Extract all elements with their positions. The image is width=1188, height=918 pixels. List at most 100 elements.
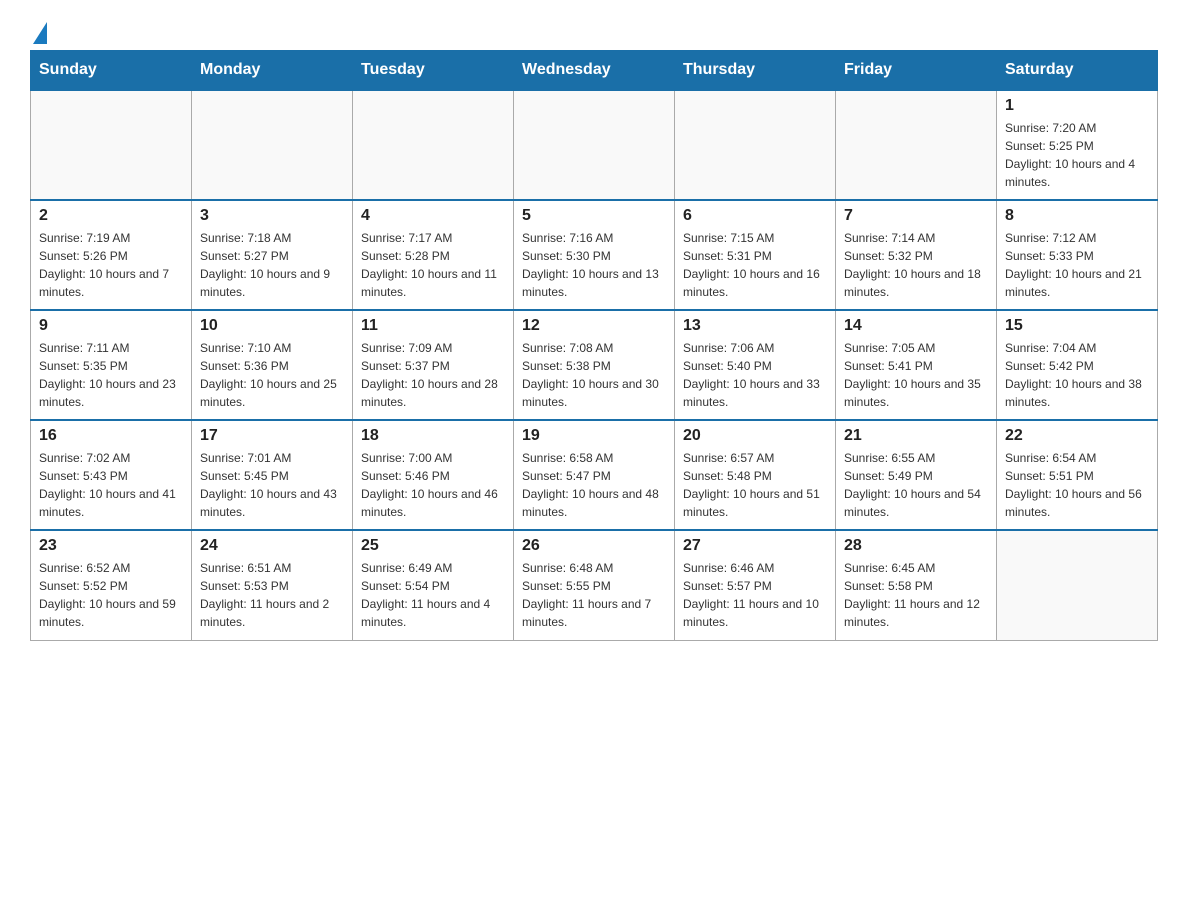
calendar-cell: 25 Sunrise: 6:49 AMSunset: 5:54 PMDayligh…: [353, 530, 514, 640]
calendar-cell: 13 Sunrise: 7:06 AMSunset: 5:40 PMDayligh…: [675, 310, 836, 420]
calendar-cell: 27 Sunrise: 6:46 AMSunset: 5:57 PMDayligh…: [675, 530, 836, 640]
day-info: Sunrise: 6:54 AMSunset: 5:51 PMDaylight:…: [1005, 449, 1149, 521]
day-info: Sunrise: 7:04 AMSunset: 5:42 PMDaylight:…: [1005, 339, 1149, 411]
calendar-header-wednesday: Wednesday: [514, 51, 675, 91]
calendar-week-row: 2 Sunrise: 7:19 AMSunset: 5:26 PMDaylight…: [31, 200, 1158, 310]
calendar-cell: [836, 90, 997, 200]
calendar-cell: 21Sunrise: 6:55 AMSunset: 5:49 PMDayligh…: [836, 420, 997, 530]
day-info: Sunrise: 7:16 AMSunset: 5:30 PMDaylight:…: [522, 229, 666, 301]
day-number: 17: [200, 427, 344, 445]
day-info: Sunrise: 7:06 AMSunset: 5:40 PMDaylight:…: [683, 339, 827, 411]
day-info: Sunrise: 7:20 AMSunset: 5:25 PMDaylight:…: [1005, 119, 1149, 191]
calendar-header-thursday: Thursday: [675, 51, 836, 91]
logo: [30, 20, 47, 40]
day-info: Sunrise: 6:51 AMSunset: 5:53 PMDaylight:…: [200, 559, 344, 631]
day-number: 5: [522, 207, 666, 225]
day-info: Sunrise: 7:08 AMSunset: 5:38 PMDaylight:…: [522, 339, 666, 411]
calendar-cell: 12 Sunrise: 7:08 AMSunset: 5:38 PMDayligh…: [514, 310, 675, 420]
calendar-cell: 14 Sunrise: 7:05 AMSunset: 5:41 PMDayligh…: [836, 310, 997, 420]
calendar-week-row: 16 Sunrise: 7:02 AMSunset: 5:43 PMDayligh…: [31, 420, 1158, 530]
day-info: Sunrise: 6:52 AMSunset: 5:52 PMDaylight:…: [39, 559, 183, 631]
day-info: Sunrise: 6:57 AMSunset: 5:48 PMDaylight:…: [683, 449, 827, 521]
calendar-cell: 1 Sunrise: 7:20 AMSunset: 5:25 PMDaylight…: [997, 90, 1158, 200]
calendar-header-tuesday: Tuesday: [353, 51, 514, 91]
day-number: 1: [1005, 97, 1149, 115]
calendar-table: SundayMondayTuesdayWednesdayThursdayFrid…: [30, 50, 1158, 641]
day-number: 27: [683, 537, 827, 555]
calendar-cell: [514, 90, 675, 200]
day-number: 19: [522, 427, 666, 445]
calendar-cell: 19Sunrise: 6:58 AMSunset: 5:47 PMDayligh…: [514, 420, 675, 530]
calendar-cell: 11 Sunrise: 7:09 AMSunset: 5:37 PMDayligh…: [353, 310, 514, 420]
day-number: 7: [844, 207, 988, 225]
day-info: Sunrise: 7:09 AMSunset: 5:37 PMDaylight:…: [361, 339, 505, 411]
day-info: Sunrise: 6:49 AMSunset: 5:54 PMDaylight:…: [361, 559, 505, 631]
day-info: Sunrise: 7:12 AMSunset: 5:33 PMDaylight:…: [1005, 229, 1149, 301]
calendar-header-sunday: Sunday: [31, 51, 192, 91]
day-number: 13: [683, 317, 827, 335]
calendar-header-friday: Friday: [836, 51, 997, 91]
day-number: 9: [39, 317, 183, 335]
calendar-cell: 9 Sunrise: 7:11 AMSunset: 5:35 PMDaylight…: [31, 310, 192, 420]
day-info: Sunrise: 7:17 AMSunset: 5:28 PMDaylight:…: [361, 229, 505, 301]
day-number: 23: [39, 537, 183, 555]
day-info: Sunrise: 7:01 AMSunset: 5:45 PMDaylight:…: [200, 449, 344, 521]
day-number: 11: [361, 317, 505, 335]
calendar-cell: [31, 90, 192, 200]
day-info: Sunrise: 7:02 AMSunset: 5:43 PMDaylight:…: [39, 449, 183, 521]
calendar-cell: 8 Sunrise: 7:12 AMSunset: 5:33 PMDaylight…: [997, 200, 1158, 310]
day-number: 22: [1005, 427, 1149, 445]
day-info: Sunrise: 7:05 AMSunset: 5:41 PMDaylight:…: [844, 339, 988, 411]
day-info: Sunrise: 7:18 AMSunset: 5:27 PMDaylight:…: [200, 229, 344, 301]
day-info: Sunrise: 7:14 AMSunset: 5:32 PMDaylight:…: [844, 229, 988, 301]
day-number: 14: [844, 317, 988, 335]
day-number: 28: [844, 537, 988, 555]
day-info: Sunrise: 7:19 AMSunset: 5:26 PMDaylight:…: [39, 229, 183, 301]
calendar-cell: [353, 90, 514, 200]
calendar-cell: 23 Sunrise: 6:52 AMSunset: 5:52 PMDayligh…: [31, 530, 192, 640]
calendar-cell: 5 Sunrise: 7:16 AMSunset: 5:30 PMDaylight…: [514, 200, 675, 310]
calendar-cell: [675, 90, 836, 200]
day-number: 25: [361, 537, 505, 555]
day-number: 10: [200, 317, 344, 335]
calendar-cell: 15 Sunrise: 7:04 AMSunset: 5:42 PMDayligh…: [997, 310, 1158, 420]
calendar-cell: 26 Sunrise: 6:48 AMSunset: 5:55 PMDayligh…: [514, 530, 675, 640]
day-number: 20: [683, 427, 827, 445]
calendar-cell: 24 Sunrise: 6:51 AMSunset: 5:53 PMDayligh…: [192, 530, 353, 640]
day-number: 18: [361, 427, 505, 445]
calendar-cell: 10Sunrise: 7:10 AMSunset: 5:36 PMDayligh…: [192, 310, 353, 420]
calendar-cell: 28 Sunrise: 6:45 AMSunset: 5:58 PMDayligh…: [836, 530, 997, 640]
day-number: 3: [200, 207, 344, 225]
calendar-header-saturday: Saturday: [997, 51, 1158, 91]
day-info: Sunrise: 6:48 AMSunset: 5:55 PMDaylight:…: [522, 559, 666, 631]
logo-triangle-icon: [33, 22, 47, 44]
calendar-cell: [192, 90, 353, 200]
calendar-cell: 6Sunrise: 7:15 AMSunset: 5:31 PMDaylight…: [675, 200, 836, 310]
calendar-week-row: 9 Sunrise: 7:11 AMSunset: 5:35 PMDaylight…: [31, 310, 1158, 420]
calendar-header-monday: Monday: [192, 51, 353, 91]
day-number: 21: [844, 427, 988, 445]
day-number: 26: [522, 537, 666, 555]
calendar-cell: 22 Sunrise: 6:54 AMSunset: 5:51 PMDayligh…: [997, 420, 1158, 530]
day-number: 16: [39, 427, 183, 445]
calendar-cell: 4Sunrise: 7:17 AMSunset: 5:28 PMDaylight…: [353, 200, 514, 310]
calendar-cell: 3 Sunrise: 7:18 AMSunset: 5:27 PMDaylight…: [192, 200, 353, 310]
calendar-cell: 20 Sunrise: 6:57 AMSunset: 5:48 PMDayligh…: [675, 420, 836, 530]
calendar-cell: 18Sunrise: 7:00 AMSunset: 5:46 PMDayligh…: [353, 420, 514, 530]
calendar-cell: [997, 530, 1158, 640]
calendar-week-row: 23 Sunrise: 6:52 AMSunset: 5:52 PMDayligh…: [31, 530, 1158, 640]
day-number: 8: [1005, 207, 1149, 225]
day-number: 12: [522, 317, 666, 335]
day-number: 24: [200, 537, 344, 555]
calendar-header-row: SundayMondayTuesdayWednesdayThursdayFrid…: [31, 51, 1158, 91]
day-number: 2: [39, 207, 183, 225]
day-number: 15: [1005, 317, 1149, 335]
day-info: Sunrise: 6:45 AMSunset: 5:58 PMDaylight:…: [844, 559, 988, 631]
calendar-cell: 7 Sunrise: 7:14 AMSunset: 5:32 PMDaylight…: [836, 200, 997, 310]
day-info: Sunrise: 7:11 AMSunset: 5:35 PMDaylight:…: [39, 339, 183, 411]
day-info: Sunrise: 6:46 AMSunset: 5:57 PMDaylight:…: [683, 559, 827, 631]
page-header: [30, 20, 1158, 40]
day-number: 6: [683, 207, 827, 225]
calendar-cell: 16 Sunrise: 7:02 AMSunset: 5:43 PMDayligh…: [31, 420, 192, 530]
calendar-week-row: 1 Sunrise: 7:20 AMSunset: 5:25 PMDaylight…: [31, 90, 1158, 200]
